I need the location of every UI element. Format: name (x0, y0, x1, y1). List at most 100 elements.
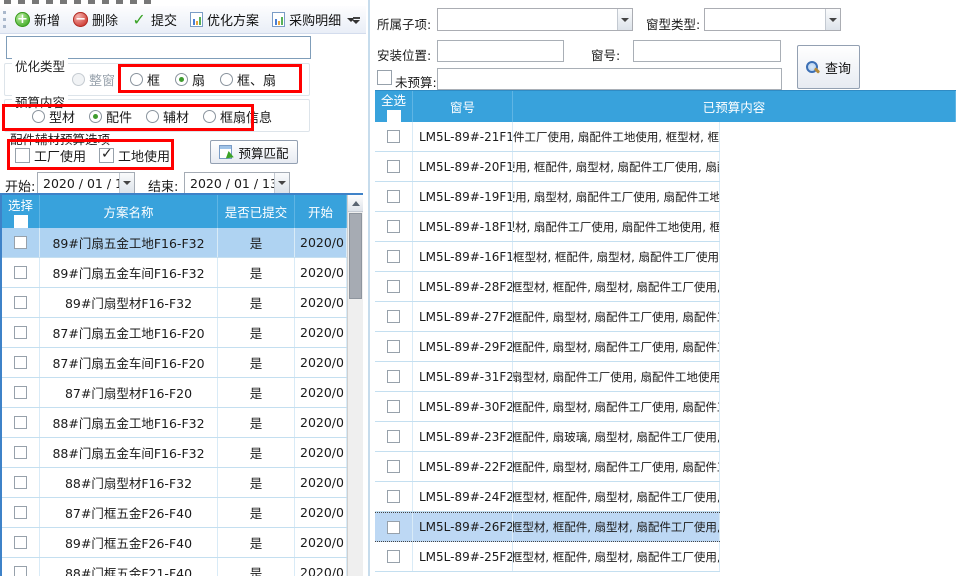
plan-check-cell (2, 528, 40, 557)
window-table-row[interactable]: LM5L-89#-30F28框玻璃, 框型材, 框配件, 扇型材, 扇配件工厂使… (375, 392, 720, 422)
add-button[interactable]: +新增 (10, 8, 65, 31)
row-checkbox[interactable] (387, 340, 400, 353)
budget-content-cell: 扇型材, 扇配件工厂使用, 扇配件工地使用, 框型材, 框配件, 扇玻璃 (513, 122, 720, 151)
start-date-dropdown-button[interactable] (119, 173, 134, 193)
row-checkbox[interactable] (14, 326, 27, 339)
window-table-row[interactable]: LM5L-89#-27F25框玻璃, 框型材, 框配件, 扇型材, 扇配件工厂使… (375, 302, 720, 332)
scrollbar-thumb[interactable] (349, 213, 362, 299)
usage-option-1[interactable]: 工地使用 (99, 146, 170, 165)
search-icon (806, 61, 819, 74)
plan-table-row[interactable]: 87#门扇型材F16-F20是2020/0 (2, 378, 347, 408)
optimize-type-option-3[interactable]: 框、扇 (220, 70, 276, 89)
budget-content-option-1[interactable]: 配件 (89, 107, 132, 126)
row-checkbox[interactable] (14, 536, 27, 549)
window-table-row[interactable]: LM5L-89#-24F22扇玻璃, 框玻璃, 框型材, 框配件, 扇型材, 扇… (375, 482, 720, 512)
optimize-plan-button[interactable]: 优化方案 (185, 8, 264, 31)
row-checkbox[interactable] (387, 521, 400, 534)
row-checkbox[interactable] (14, 476, 27, 489)
row-checkbox[interactable] (387, 550, 400, 563)
budget-content-option-0[interactable]: 型材 (32, 107, 75, 126)
row-checkbox[interactable] (14, 506, 27, 519)
row-checkbox[interactable] (387, 490, 400, 503)
row-checkbox[interactable] (387, 430, 400, 443)
plan-submitted-cell: 是 (218, 228, 295, 257)
usage-option-0[interactable]: 工厂使用 (15, 146, 86, 165)
plan-select-all-checkbox[interactable] (14, 215, 28, 228)
row-checkbox[interactable] (387, 460, 400, 473)
plan-table-row[interactable]: 88#门扇型材F16-F32是2020/0 (2, 468, 347, 498)
row-checkbox[interactable] (14, 416, 27, 429)
row-checkbox[interactable] (387, 310, 400, 323)
plan-table-row[interactable]: 88#门框五金F21-F40是2020/0 (2, 558, 347, 576)
end-date-picker[interactable]: 2020 / 01 / 13 (184, 172, 290, 194)
row-checkbox[interactable] (387, 280, 400, 293)
window-table-row[interactable]: LM5L-89#-22F20框玻璃, 框型材, 框配件, 扇型材, 扇配件工厂使… (375, 452, 720, 482)
no-budget-input[interactable] (437, 68, 782, 90)
window-table-row[interactable]: LM5L-89#-25F23扇玻璃, 框玻璃, 框型材, 框配件, 扇型材, 扇… (375, 542, 720, 572)
plan-table-row[interactable]: 87#门扇五金车间F16-F20是2020/0 (2, 348, 347, 378)
row-checkbox[interactable] (387, 250, 400, 263)
window-table-row[interactable]: LM5L-89#-23F21框玻璃, 框型材, 框配件, 扇玻璃, 扇型材, 扇… (375, 422, 720, 452)
window-table-row[interactable]: LM5L-89#-19F17框型材, 框辅材工厂使用, 扇型材, 扇配件工厂使用… (375, 182, 720, 212)
start-date-picker[interactable]: 2020 / 01 / 1 (37, 172, 135, 194)
plan-table-scrollbar[interactable] (347, 195, 363, 576)
row-checkbox[interactable] (387, 220, 400, 233)
row-checkbox[interactable] (14, 266, 27, 279)
row-checkbox[interactable] (387, 190, 400, 203)
no-budget-checkbox[interactable] (377, 70, 392, 85)
window-table-row[interactable]: LM5L-89#-28F26扇玻璃, 框玻璃, 框型材, 框配件, 扇型材, 扇… (375, 272, 720, 302)
row-checkbox[interactable] (14, 386, 27, 399)
plan-name-cell: 88#门扇型材F16-F32 (40, 468, 218, 497)
plan-table-row[interactable]: 88#门扇五金工地F16-F32是2020/0 (2, 408, 347, 438)
checkbox-icon (99, 148, 114, 163)
window-type-select[interactable] (704, 8, 841, 31)
plan-name-cell: 88#门扇五金工地F16-F32 (40, 408, 218, 437)
window-table-row[interactable]: LM5L-89#-29F27框玻璃, 框型材, 框配件, 扇型材, 扇配件工厂使… (375, 332, 720, 362)
scroll-up-button[interactable] (348, 195, 363, 212)
plan-table-row[interactable]: 87#门扇五金工地F16-F20是2020/0 (2, 318, 347, 348)
toolbar-overflow-button[interactable] (349, 10, 363, 30)
optimize-type-option-1[interactable]: 框 (130, 70, 160, 89)
window-no-input[interactable] (633, 40, 781, 62)
window-no-cell: LM5L-89#-25F23 (413, 542, 513, 571)
window-check-cell (375, 212, 413, 241)
plan-table-row[interactable]: 89#门扇五金工地F16-F32是2020/0 (2, 228, 347, 258)
row-checkbox[interactable] (14, 356, 27, 369)
window-select-all-checkbox[interactable] (387, 110, 401, 122)
purchase-detail-button[interactable]: 采购明细 (267, 8, 360, 31)
row-checkbox[interactable] (14, 566, 27, 576)
window-table-row[interactable]: LM5L-89#-31F29框型材, 框配件, 扇型材, 扇配件工厂使用, 扇配… (375, 362, 720, 392)
budget-content-cell: 框玻璃, 框型材, 框配件, 扇型材, 扇配件工厂使用, 扇配件工地使用, 扇玻… (513, 392, 720, 421)
end-date-dropdown-button[interactable] (274, 173, 289, 193)
plan-table-row[interactable]: 87#门框五金F26-F40是2020/0 (2, 498, 347, 528)
sub-item-select[interactable] (437, 8, 633, 31)
row-checkbox[interactable] (387, 130, 400, 143)
window-no-cell: LM5L-89#-18F16 (413, 212, 513, 241)
window-table-row[interactable]: LM5L-89#-16F15框辅材工厂使用, 框型材, 框配件, 扇型材, 扇配… (375, 242, 720, 272)
sub-item-dropdown-button[interactable] (617, 9, 632, 30)
row-checkbox[interactable] (387, 400, 400, 413)
row-checkbox[interactable] (14, 446, 27, 459)
window-type-dropdown-button[interactable] (825, 9, 840, 30)
row-checkbox[interactable] (14, 236, 27, 249)
submit-button[interactable]: ✓提交 (126, 8, 182, 31)
plan-table-row[interactable]: 89#门框五金F26-F40是2020/0 (2, 528, 347, 558)
plan-table-row[interactable]: 88#门扇五金车间F16-F32是2020/0 (2, 438, 347, 468)
window-table-row[interactable]: LM5L-89#-20F18框型材, 框辅材工厂使用, 框配件, 扇型材, 扇配… (375, 152, 720, 182)
window-table-row[interactable]: LM5L-89#-18F16框辅材工厂使用, 扇型材, 扇配件工厂使用, 扇配件… (375, 212, 720, 242)
row-checkbox[interactable] (387, 370, 400, 383)
row-checkbox[interactable] (14, 296, 27, 309)
row-checkbox[interactable] (387, 160, 400, 173)
query-button[interactable]: 查询 (797, 45, 860, 89)
delete-button[interactable]: −删除 (68, 8, 123, 31)
budget-match-button[interactable]: 预算匹配 (210, 140, 298, 164)
budget-content-option-2[interactable]: 辅材 (146, 107, 189, 126)
install-position-input[interactable] (437, 40, 564, 62)
optimize-type-option-2[interactable]: 扇 (175, 70, 205, 89)
plan-table-row[interactable]: 89#门扇型材F16-F32是2020/0 (2, 288, 347, 318)
window-table-row[interactable]: LM5L-89#-26F24扇玻璃, 框玻璃, 框型材, 框配件, 扇型材, 扇… (375, 512, 720, 542)
plan-table-row[interactable]: 89#门扇五金车间F16-F32是2020/0 (2, 258, 347, 288)
budget-content-option-3[interactable]: 框扇信息 (203, 107, 272, 126)
panel-splitter[interactable] (368, 0, 370, 576)
window-table-row[interactable]: LM5L-89#-21F19扇型材, 扇配件工厂使用, 扇配件工地使用, 框型材… (375, 122, 720, 152)
